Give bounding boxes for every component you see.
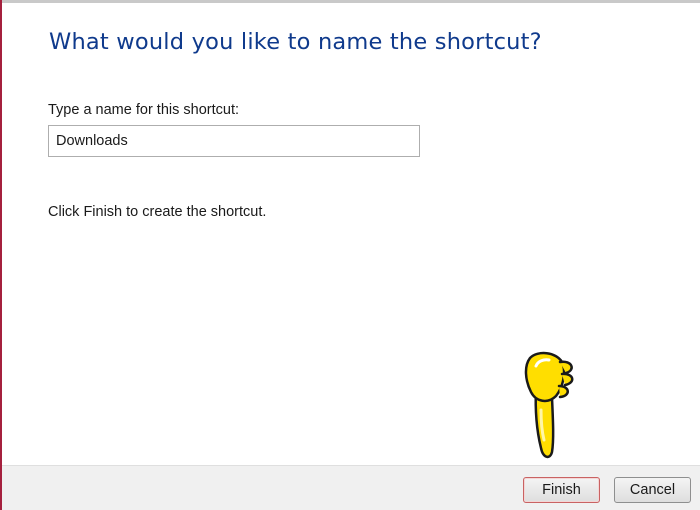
shortcut-name-input[interactable]: [48, 125, 420, 157]
instruction-text: Click Finish to create the shortcut.: [48, 204, 267, 220]
page-title: What would you like to name the shortcut…: [49, 29, 542, 55]
wizard-content: What would you like to name the shortcut…: [2, 3, 700, 465]
cancel-button[interactable]: Cancel: [614, 477, 691, 503]
finish-button[interactable]: Finish: [523, 477, 600, 503]
shortcut-name-label: Type a name for this shortcut:: [48, 102, 240, 118]
pointing-down-hand-icon: [524, 351, 574, 459]
wizard-footer: Finish Cancel: [2, 465, 700, 510]
